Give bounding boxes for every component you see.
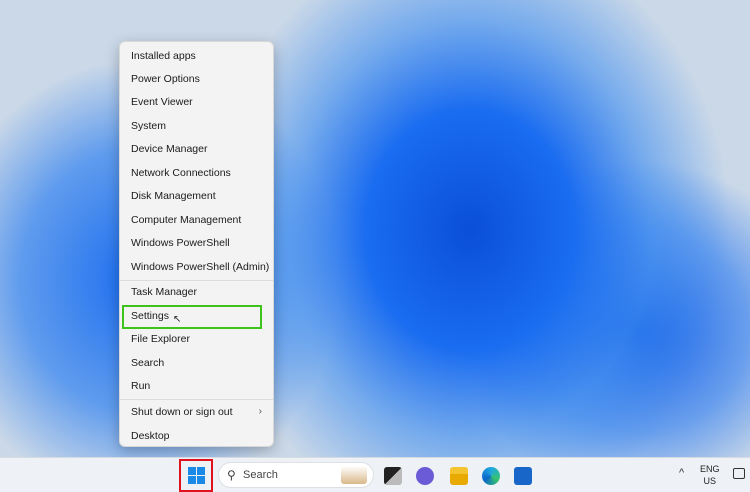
language-indicator[interactable]: ENG US: [700, 463, 720, 487]
menu-item-power-options[interactable]: Power Options: [123, 68, 270, 90]
menu-item-computer-management[interactable]: Computer Management: [123, 209, 270, 231]
menu-item-network-connections[interactable]: Network Connections: [123, 162, 270, 184]
search-highlight-icon: [341, 466, 367, 484]
menu-item-powershell-admin[interactable]: Windows PowerShell (Admin): [123, 256, 270, 278]
language-code: ENG: [700, 464, 720, 474]
teams-chat-icon[interactable]: [416, 467, 434, 485]
menu-item-label: Shut down or sign out: [131, 406, 233, 418]
winx-context-menu: Installed apps Power Options Event Viewe…: [119, 41, 274, 447]
taskbar-search-box[interactable]: ⚲ Search: [218, 462, 374, 488]
region-code: US: [703, 476, 717, 486]
menu-item-task-manager[interactable]: Task Manager: [123, 281, 270, 303]
microsoft-store-icon[interactable]: [514, 467, 532, 485]
windows-logo-icon: [187, 467, 205, 484]
taskbar: ⚲ Search ^ ENG US: [0, 457, 750, 492]
menu-item-desktop[interactable]: Desktop: [123, 425, 270, 447]
network-icon[interactable]: [733, 468, 745, 479]
menu-item-system[interactable]: System: [123, 115, 270, 137]
start-button[interactable]: [179, 459, 213, 492]
chevron-right-icon: ›: [258, 406, 262, 417]
menu-separator: [120, 399, 273, 400]
search-placeholder: Search: [243, 469, 278, 481]
task-view-icon[interactable]: [384, 467, 402, 485]
mouse-cursor-icon: ↖: [173, 314, 182, 325]
menu-item-run[interactable]: Run: [123, 375, 270, 397]
menu-item-powershell[interactable]: Windows PowerShell: [123, 232, 270, 254]
menu-item-search[interactable]: Search: [123, 352, 270, 374]
menu-item-installed-apps[interactable]: Installed apps: [123, 45, 270, 67]
chevron-up-icon[interactable]: ^: [679, 467, 684, 479]
search-icon: ⚲: [227, 468, 236, 482]
menu-item-disk-management[interactable]: Disk Management: [123, 185, 270, 207]
edge-browser-icon[interactable]: [482, 467, 500, 485]
menu-item-shut-down[interactable]: Shut down or sign out ›: [123, 401, 270, 423]
menu-item-settings[interactable]: Settings: [123, 305, 270, 327]
file-explorer-icon[interactable]: [450, 467, 468, 485]
menu-item-device-manager[interactable]: Device Manager: [123, 138, 270, 160]
menu-item-file-explorer[interactable]: File Explorer: [123, 328, 270, 350]
menu-item-event-viewer[interactable]: Event Viewer: [123, 91, 270, 113]
